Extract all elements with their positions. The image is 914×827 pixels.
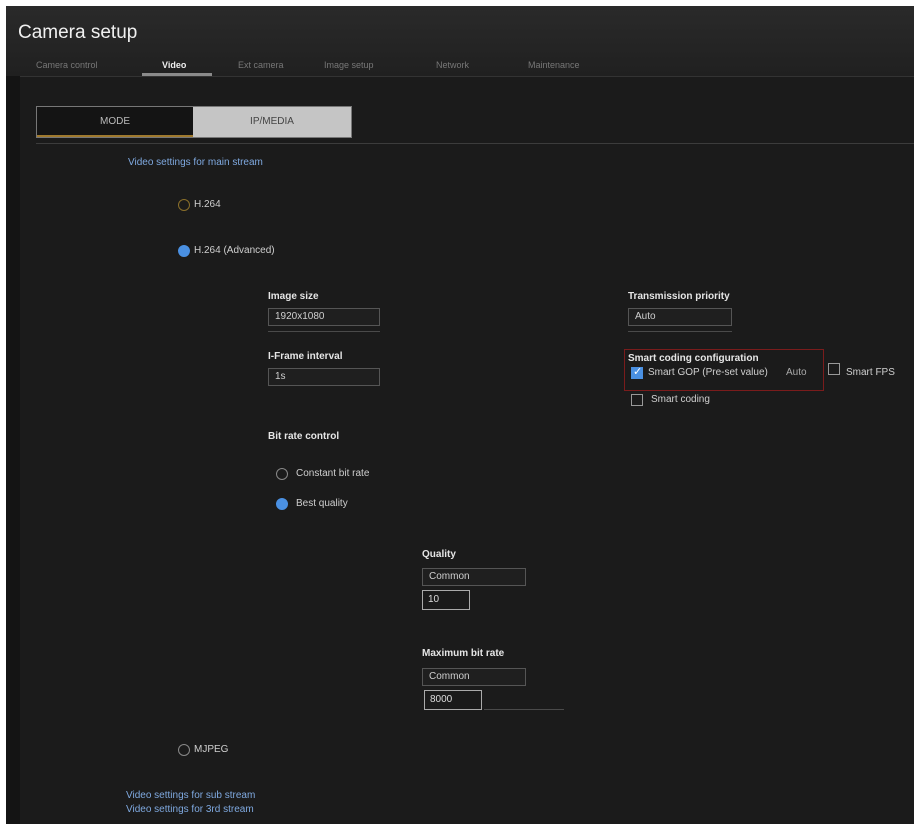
mode-button[interactable]: MODE bbox=[37, 107, 193, 137]
image-size-underline bbox=[268, 331, 380, 332]
tab-network[interactable]: Network bbox=[436, 60, 469, 70]
camera-setup-window: Camera setup Camera control Video Ext ca… bbox=[6, 6, 914, 824]
quality-label: Quality bbox=[422, 549, 456, 560]
iframe-interval-label: I-Frame interval bbox=[268, 351, 343, 362]
best-quality-radio[interactable] bbox=[276, 498, 288, 510]
smart-gop-checkbox[interactable] bbox=[631, 365, 643, 379]
main-stream-link[interactable]: Video settings for main stream bbox=[128, 157, 263, 168]
image-size-select[interactable]: 1920x1080 bbox=[268, 308, 380, 326]
transmission-priority-label: Transmission priority bbox=[628, 291, 730, 302]
max-bit-rate-label: Maximum bit rate bbox=[422, 648, 505, 659]
h264-radio[interactable] bbox=[178, 199, 190, 211]
smart-gop-label: Smart GOP (Pre-set value) bbox=[648, 367, 768, 378]
bit-rate-control-label: Bit rate control bbox=[268, 431, 340, 442]
smart-coding-checkbox[interactable] bbox=[631, 394, 643, 406]
transmission-priority-select[interactable]: Auto bbox=[628, 308, 732, 326]
h264-advanced-label: H.264 (Advanced) bbox=[194, 245, 275, 256]
tab-image-setup[interactable]: Image setup bbox=[324, 60, 374, 70]
third-stream-link[interactable]: Video settings for 3rd stream bbox=[126, 804, 254, 815]
ip-media-button[interactable]: IP/MEDIA bbox=[193, 107, 351, 137]
h264-label: H.264 bbox=[194, 199, 221, 210]
sub-stream-link[interactable]: Video settings for sub stream bbox=[126, 790, 255, 801]
mjpeg-label: MJPEG bbox=[194, 744, 229, 755]
smart-coding-option-label: Smart coding bbox=[651, 394, 710, 405]
iframe-interval-select[interactable]: 1s bbox=[268, 368, 380, 386]
transmission-priority-underline bbox=[628, 331, 732, 332]
constant-bit-rate-radio[interactable] bbox=[276, 468, 288, 480]
quality-select[interactable]: Common bbox=[422, 568, 526, 586]
active-tab-indicator bbox=[142, 73, 212, 76]
left-sidebar-strip bbox=[6, 76, 20, 824]
tab-maintenance[interactable]: Maintenance bbox=[528, 60, 580, 70]
mode-toggle: MODE IP/MEDIA bbox=[36, 106, 352, 138]
smart-gop-extra: Auto bbox=[786, 367, 807, 378]
page-title: Camera setup bbox=[18, 22, 138, 43]
smart-fps-label: Smart FPS bbox=[846, 367, 895, 378]
smart-fps-checkbox[interactable] bbox=[828, 363, 840, 375]
tab-video[interactable]: Video bbox=[162, 60, 186, 70]
header-bar: Camera setup Camera control Video Ext ca… bbox=[6, 6, 914, 77]
mjpeg-radio[interactable] bbox=[178, 744, 190, 756]
constant-bit-rate-label: Constant bit rate bbox=[296, 468, 370, 479]
max-bit-rate-unit-underline bbox=[484, 709, 564, 710]
divider bbox=[36, 143, 914, 144]
smart-coding-label: Smart coding configuration bbox=[628, 353, 759, 364]
tab-ext-camera[interactable]: Ext camera bbox=[238, 60, 284, 70]
image-size-label: Image size bbox=[268, 291, 319, 302]
quality-input[interactable]: 10 bbox=[422, 590, 470, 610]
h264-advanced-radio[interactable] bbox=[178, 245, 190, 257]
max-bit-rate-input[interactable]: 8000 bbox=[424, 690, 482, 710]
tab-camera-control[interactable]: Camera control bbox=[36, 60, 98, 70]
max-bit-rate-select[interactable]: Common bbox=[422, 668, 526, 686]
best-quality-label: Best quality bbox=[296, 498, 348, 509]
